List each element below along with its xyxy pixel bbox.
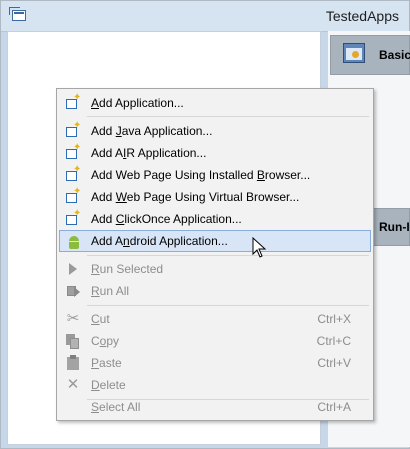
shortcut: Ctrl+X [317, 312, 351, 326]
menu-item-label: Delete [91, 378, 126, 392]
menu-item-run-all[interactable]: Run All [59, 280, 371, 302]
shortcut: Ctrl+A [317, 400, 351, 414]
android-icon [66, 234, 82, 250]
delete-icon: ✕ [66, 375, 80, 393]
menu-item-label: Add ClickOnce Application... [91, 212, 242, 226]
run-all-icon [65, 283, 81, 299]
menu-item-label: Run All [91, 284, 130, 298]
menu-item-add-java-application[interactable]: Add Java Application... [59, 120, 371, 142]
tile-basic[interactable]: Basic [330, 35, 410, 75]
menu-separator [87, 116, 369, 117]
settings-app-icon [343, 43, 365, 63]
menu-item-label: Add Java Application... [91, 124, 213, 138]
menu-item-label: Copy [91, 334, 120, 348]
menu-item-label: Add AIR Application... [91, 146, 207, 160]
menu-item-add-web-page-installed-browser[interactable]: Add Web Page Using Installed Browser... [59, 164, 371, 186]
window-restore-icon[interactable] [9, 7, 26, 21]
shortcut: Ctrl+V [317, 356, 351, 370]
add-application-icon [65, 208, 81, 227]
menu-item-run-selected[interactable]: Run Selected [59, 258, 371, 280]
menu-item-select-all[interactable]: Select All Ctrl+A [59, 396, 371, 418]
tile-basic-label: Basic [379, 48, 410, 62]
copy-icon [65, 333, 81, 349]
context-menu: Add Application... Add Java Application.… [56, 88, 374, 421]
add-application-icon [65, 142, 81, 161]
title-bar: TestedApps [1, 1, 409, 32]
cut-icon: ✂ [66, 309, 80, 327]
run-icon [65, 261, 81, 277]
menu-item-cut[interactable]: ✂ Cut Ctrl+X [59, 308, 371, 330]
menu-item-add-web-page-virtual-browser[interactable]: Add Web Page Using Virtual Browser... [59, 186, 371, 208]
add-application-icon [65, 92, 81, 111]
menu-item-add-air-application[interactable]: Add AIR Application... [59, 142, 371, 164]
add-application-icon [65, 186, 81, 205]
menu-item-label: Add Web Page Using Virtual Browser... [91, 190, 300, 204]
menu-item-label: Cut [91, 312, 110, 326]
menu-separator [87, 305, 369, 306]
menu-item-label: Add Web Page Using Installed Browser... [91, 168, 311, 182]
menu-item-copy[interactable]: Copy Ctrl+C [59, 330, 371, 352]
menu-item-add-application[interactable]: Add Application... [59, 92, 371, 114]
menu-item-label: Add Application... [91, 96, 184, 110]
add-application-icon [65, 164, 81, 183]
menu-separator [87, 255, 369, 256]
menu-item-label: Add Android Application... [91, 234, 228, 248]
menu-item-label: Select All [91, 400, 141, 414]
shortcut: Ctrl+C [316, 334, 351, 348]
menu-item-paste[interactable]: Paste Ctrl+V [59, 352, 371, 374]
add-application-icon [65, 120, 81, 139]
paste-icon [65, 355, 81, 371]
mouse-pointer-icon [252, 237, 267, 258]
tile-run-label: Run-I [379, 220, 410, 234]
menu-item-delete[interactable]: ✕ Delete [59, 374, 371, 396]
menu-item-add-android-application[interactable]: Add Android Application... [59, 230, 371, 252]
menu-item-label: Paste [91, 356, 122, 370]
menu-item-add-clickonce-application[interactable]: Add ClickOnce Application... [59, 208, 371, 230]
window-title: TestedApps [325, 8, 399, 24]
menu-item-label: Run Selected [91, 262, 164, 276]
